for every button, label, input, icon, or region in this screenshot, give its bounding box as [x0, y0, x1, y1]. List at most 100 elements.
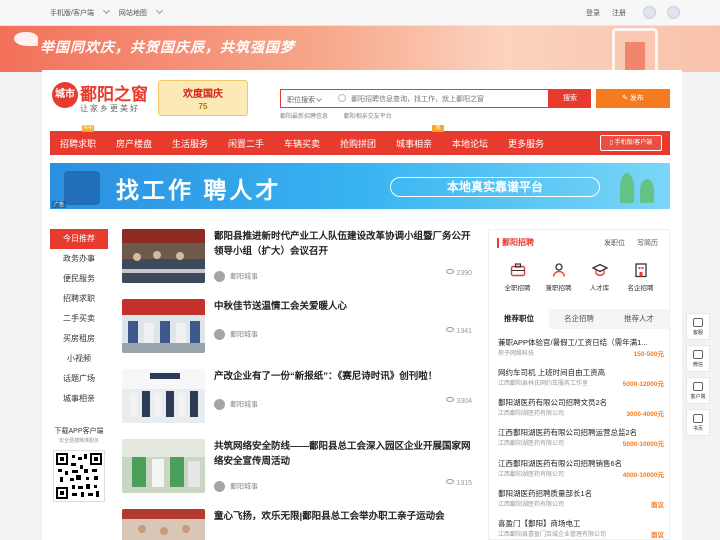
news-thumbnail[interactable]: [122, 369, 205, 423]
search-icon: [338, 94, 346, 102]
festival-banner: 举国同欢庆，共贺国庆辰，共筑强国梦: [0, 26, 720, 72]
news-item[interactable]: 鄱阳县推进新时代产业工人队伍建设改革协调小组暨厂务公开领导小组（扩大）会议召开 …: [122, 229, 474, 289]
job-title[interactable]: 喜盈门【鄱阳】商场电工: [498, 518, 664, 529]
chat-icon[interactable]: [643, 6, 656, 19]
dot-icon: ·: [260, 483, 263, 491]
news-item[interactable]: 产改企业有了一份“新报纸”：《赛尼诗时讯》创刊啦！ 鄱阳城事 · 3304: [122, 369, 474, 429]
nav-item-vehicles[interactable]: 车辆买卖: [284, 137, 320, 150]
news-author[interactable]: 鄱阳城事 ·: [214, 481, 262, 492]
user-icon[interactable]: [667, 6, 680, 19]
job-salary: 5000-12000元: [622, 381, 664, 388]
holiday-badge: 欢度国庆 75: [158, 80, 248, 116]
nav-item-more[interactable]: 更多服务: [508, 137, 544, 150]
nav-item-housing[interactable]: 房产楼盘: [116, 137, 152, 150]
news-title[interactable]: 鄱阳县推进新时代产业工人队伍建设改革协调小组暨厂务公开领导小组（扩大）会议召开: [214, 229, 472, 259]
publish-button[interactable]: ✎ 发布: [596, 89, 670, 108]
main-nav: 招聘求职 房产楼盘 生活服务 闲置二手 车辆买卖 抢购拼团 城事相亲 本地论坛 …: [50, 125, 670, 155]
jobs-panel-title[interactable]: 鄱阳招聘: [502, 237, 534, 248]
news-title[interactable]: 童心飞扬，欢乐无限|鄱阳县总工会举办职工亲子运动会: [214, 509, 472, 524]
sidebar-item-topics[interactable]: 话题广场: [50, 369, 108, 389]
news-author[interactable]: 鄱阳城事 ·: [214, 399, 262, 410]
client-download-button[interactable]: 客户端: [686, 377, 710, 404]
sidebar-item-services[interactable]: 便民服务: [50, 269, 108, 289]
sitemap-link[interactable]: 网站地图: [119, 6, 163, 17]
sidebar-item-jobs[interactable]: 招聘求职: [50, 289, 108, 309]
sidebar-item-housing[interactable]: 买房租房: [50, 329, 108, 349]
logo-badge[interactable]: 城市: [52, 82, 78, 108]
ad-banner[interactable]: 找工作 聘人才 本地真实靠谱平台 广告: [50, 163, 670, 209]
job-title[interactable]: 网约车司机 上班时间自由工资高: [498, 367, 664, 378]
hot-link[interactable]: 鄱阳最新招聘信息: [280, 114, 328, 120]
tab-famous-companies[interactable]: 名企招聘: [549, 309, 609, 329]
job-listing[interactable]: 鄱阳湖医药招聘质量部长1名 江西鄱阳湖医药有限公司 面议: [498, 488, 664, 509]
login-link[interactable]: 登录: [586, 10, 600, 17]
news-author[interactable]: 鄱阳城事 ·: [214, 329, 262, 340]
dot-icon: ·: [260, 401, 263, 409]
job-company: 江西鄱阳县喜盈门百城企业管理有限公司: [498, 532, 607, 538]
avatar: [214, 399, 225, 410]
hot-link[interactable]: 鄱阳相亲交友平台: [344, 114, 392, 120]
mobile-client-link[interactable]: 手机版/客户端: [50, 6, 110, 17]
job-listing[interactable]: 网约车司机 上班时间自由工资高 江西鄱阳县林氏网约车服务工作室 5000-12000…: [498, 367, 664, 388]
famous-company-jobs-button[interactable]: 名企招聘: [618, 262, 663, 292]
news-thumbnail[interactable]: [122, 229, 205, 283]
job-company: 江西鄱阳湖医药有限公司: [498, 441, 565, 447]
nav-item-forum[interactable]: 本地论坛: [452, 137, 488, 150]
news-thumbnail[interactable]: [122, 439, 205, 493]
site-logo-title[interactable]: 鄱阳之窗: [80, 80, 148, 105]
sidebar-item-gov[interactable]: 政务办事: [50, 249, 108, 269]
search-category-select[interactable]: 职位搜索: [287, 95, 322, 105]
job-listing[interactable]: 鄱阳湖医药有限公司招聘文员2名 江西鄱阳湖医药有限公司 3000-4000元: [498, 397, 664, 418]
app-download-box: 下载APP客户端 安全便捷精准服务: [50, 426, 108, 502]
tree-illustration: [620, 173, 634, 203]
job-title[interactable]: 鄱阳湖医药有限公司招聘文员2名: [498, 397, 664, 408]
job-title[interactable]: 江西鄱阳湖医药有限公司招聘运营总监2名: [498, 427, 664, 438]
job-title[interactable]: 江西鄱阳湖医药有限公司招聘销售6名: [498, 458, 664, 469]
register-link[interactable]: 注册: [612, 10, 626, 17]
nav-item-jobs[interactable]: 招聘求职: [60, 137, 96, 150]
news-title[interactable]: 共筑网络安全防线——鄱阳县总工会深入园区企业开展国家网络安全宣传周活动: [214, 439, 472, 469]
tab-recommended-jobs[interactable]: 推荐职位: [489, 309, 549, 329]
parttime-jobs-button[interactable]: 兼职招聘: [536, 262, 581, 292]
fulltime-jobs-button[interactable]: 全职招聘: [495, 262, 540, 292]
job-listing[interactable]: 江西鄱阳湖医药有限公司招聘销售6名 江西鄱阳湖医药有限公司 4000-10000元: [498, 458, 664, 479]
sidebar-item-videos[interactable]: 小视频: [50, 349, 108, 369]
news-item[interactable]: 中秋佳节送温情工会关爱暖人心 鄱阳城事 · 1341: [122, 299, 474, 359]
search-button[interactable]: 搜索: [549, 89, 591, 108]
news-thumbnail[interactable]: [122, 299, 205, 353]
mobile-client-button[interactable]: ▯ 手机版/客户端: [600, 135, 662, 151]
banner-slogan: 举国同欢庆，共贺国庆辰，共筑强国梦: [40, 39, 295, 55]
post-resume-link[interactable]: 写简历: [637, 238, 658, 248]
nav-item-dating[interactable]: 城事相亲: [396, 137, 432, 150]
job-listing[interactable]: 喜盈门【鄱阳】商场电工 江西鄱阳县喜盈门百城企业管理有限公司 面议: [498, 518, 664, 539]
sidebar-item-dating[interactable]: 城事相亲: [50, 389, 108, 409]
customer-service-button[interactable]: 客服: [686, 313, 710, 340]
news-author[interactable]: 鄱阳城事 ·: [214, 271, 262, 282]
news-title[interactable]: 产改企业有了一份“新报纸”：《赛尼诗时讯》创刊啦！: [214, 369, 472, 384]
job-listing[interactable]: 江西鄱阳湖医药有限公司招聘运营总监2名 江西鄱阳湖医药有限公司 5000-10000…: [498, 427, 664, 448]
sidebar-item-secondhand[interactable]: 二手买卖: [50, 309, 108, 329]
news-thumbnail[interactable]: [122, 509, 205, 540]
post-job-link[interactable]: 发职位: [604, 238, 625, 248]
building-icon: [634, 263, 647, 278]
job-title[interactable]: 兼职APP体验官/暑假工/工资日结（需年满1...: [498, 337, 664, 348]
news-item[interactable]: 共筑网络安全防线——鄱阳县总工会深入园区企业开展国家网络安全宣传周活动 鄱阳城事…: [122, 439, 474, 499]
eye-icon: [446, 479, 455, 484]
sidebar-item-today[interactable]: 今日推荐: [50, 229, 108, 249]
nav-item-group-buy[interactable]: 抢购拼团: [340, 137, 376, 150]
wechat-button[interactable]: 微信: [686, 345, 710, 372]
bookmark-button[interactable]: 书页: [686, 409, 710, 436]
search-input[interactable]: [351, 93, 541, 105]
news-title[interactable]: 中秋佳节送温情工会关爱暖人心: [214, 299, 472, 314]
job-company: 江西鄱阳湖医药有限公司: [498, 502, 565, 508]
talent-pool-button[interactable]: 人才库: [577, 262, 622, 292]
chevron-down-icon: [316, 96, 322, 102]
nav-item-life[interactable]: 生活服务: [172, 137, 208, 150]
briefcase-icon: [510, 263, 525, 277]
nav-item-secondhand[interactable]: 闲置二手: [228, 137, 264, 150]
job-title[interactable]: 鄱阳湖医药招聘质量部长1名: [498, 488, 664, 499]
qr-code[interactable]: [53, 450, 105, 502]
tab-recommended-talent[interactable]: 推荐人才: [609, 309, 669, 329]
job-listing[interactable]: 兼职APP体验官/暑假工/工资日结（需年满1... 椋子网络科技 150-500元: [498, 337, 664, 358]
news-item[interactable]: 童心飞扬，欢乐无限|鄱阳县总工会举办职工亲子运动会: [122, 509, 474, 540]
